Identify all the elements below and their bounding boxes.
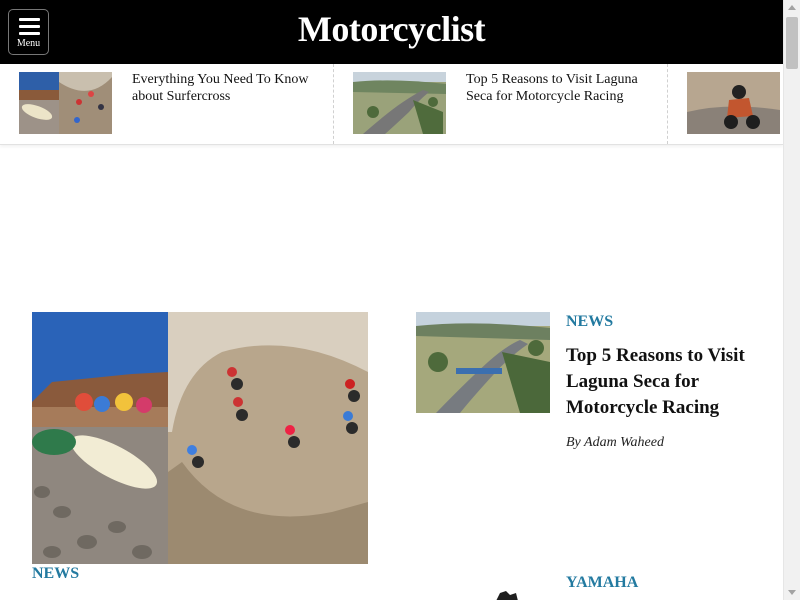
trending-strip: Everything You Need To Know about Surfer… <box>0 64 783 145</box>
side-story-byline: By Adam Waheed <box>566 435 664 450</box>
side-story-title[interactable]: Top 5 Reasons to Visit Laguna Seca for M… <box>566 343 766 421</box>
page-scrollbar[interactable] <box>783 0 800 600</box>
scroll-up-arrow-icon[interactable] <box>788 5 796 10</box>
next-story-image-peek[interactable] <box>494 588 520 600</box>
trending-item[interactable]: Top 5 Reasons to Visit Laguna Seca for M… <box>334 64 667 144</box>
trending-thumbnail-surfercross[interactable] <box>19 72 112 134</box>
side-story-image[interactable] <box>416 312 550 413</box>
scrollbar-thumb[interactable] <box>786 17 798 69</box>
trending-thumbnail-rider[interactable] <box>687 72 780 134</box>
trending-item[interactable] <box>668 64 783 144</box>
next-story-category-tag[interactable]: YAMAHA <box>566 574 638 592</box>
trending-item[interactable]: Everything You Need To Know about Surfer… <box>0 64 333 144</box>
site-header: Menu Motorcyclist <box>0 0 783 64</box>
feature-category-tag[interactable]: NEWS <box>32 565 79 583</box>
trending-thumbnail-laguna-seca[interactable] <box>353 72 446 134</box>
site-logo[interactable]: Motorcyclist <box>0 8 783 50</box>
side-story-category-tag[interactable]: NEWS <box>566 313 613 331</box>
feature-image-surfercross[interactable] <box>32 312 368 564</box>
scroll-down-arrow-icon[interactable] <box>788 590 796 595</box>
trending-title[interactable]: Top 5 Reasons to Visit Laguna Seca for M… <box>466 71 656 105</box>
trending-title[interactable]: Everything You Need To Know about Surfer… <box>132 71 322 105</box>
